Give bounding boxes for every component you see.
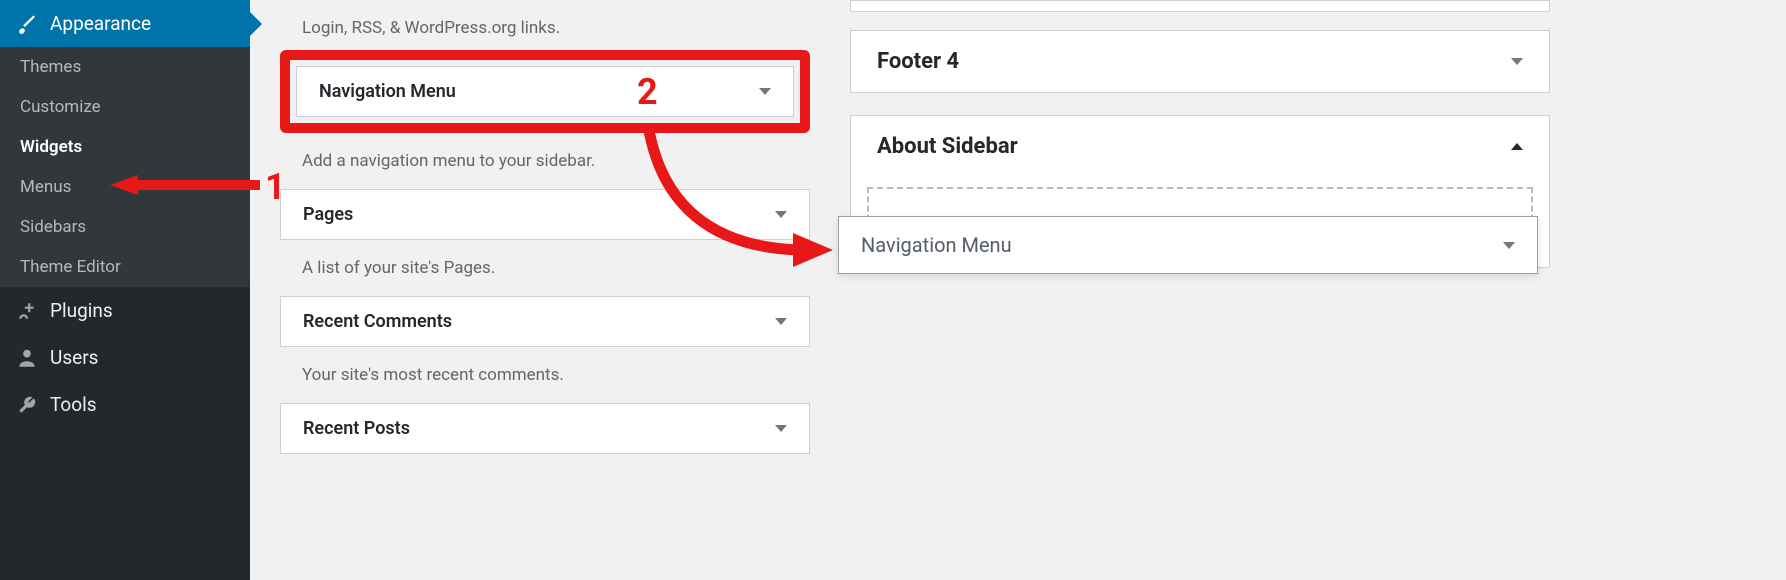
widget-recent-comments[interactable]: Recent Comments (280, 296, 810, 347)
content-area: Login, RSS, & WordPress.org links. Navig… (250, 0, 1786, 580)
chevron-down-icon (759, 88, 771, 95)
chevron-down-icon (775, 425, 787, 432)
annotation-number-1: 1 (265, 166, 286, 208)
chevron-down-icon (1503, 242, 1515, 249)
sidebar-item-label: Users (50, 346, 98, 369)
users-icon (16, 347, 38, 369)
widget-recent-posts[interactable]: Recent Posts (280, 403, 810, 454)
submenu-theme-editor[interactable]: Theme Editor (0, 247, 250, 287)
area-header[interactable]: About Sidebar (851, 116, 1549, 177)
brush-icon (16, 13, 38, 35)
widget-description: Login, RSS, & WordPress.org links. (280, 0, 810, 46)
submenu-sidebars[interactable]: Sidebars (0, 207, 250, 247)
submenu-customize[interactable]: Customize (0, 87, 250, 127)
sidebar-item-appearance[interactable]: Appearance (0, 0, 250, 47)
widget-title: Recent Posts (303, 418, 410, 439)
submenu-widgets[interactable]: Widgets (0, 127, 250, 167)
sidebar-item-tools[interactable]: Tools (0, 381, 250, 428)
chevron-up-icon (1511, 143, 1523, 150)
dragged-widget-navigation-menu[interactable]: Navigation Menu (838, 216, 1538, 274)
sidebar-item-users[interactable]: Users (0, 334, 250, 381)
sidebar-item-plugins[interactable]: Plugins (0, 287, 250, 334)
chevron-down-icon (775, 318, 787, 325)
annotation-arrow-1 (110, 175, 260, 195)
wrench-icon (16, 394, 38, 416)
widget-area-footer-4[interactable]: Footer 4 (850, 30, 1550, 93)
sidebar-item-label: Plugins (50, 299, 113, 322)
appearance-submenu: Themes Customize Widgets Menus Sidebars … (0, 47, 250, 287)
widget-description: Your site's most recent comments. (280, 347, 810, 393)
chevron-down-icon (1511, 58, 1523, 65)
widget-navigation-menu[interactable]: Navigation Menu 2 (296, 66, 794, 117)
annotation-arrow-curve (638, 115, 838, 275)
area-title: Footer 4 (877, 49, 959, 74)
widget-title: Pages (303, 204, 353, 225)
plug-icon (16, 300, 38, 322)
submenu-themes[interactable]: Themes (0, 47, 250, 87)
widget-title: Navigation Menu (319, 81, 456, 102)
area-title: About Sidebar (877, 134, 1018, 159)
sidebar-item-label: Tools (50, 393, 97, 416)
widget-area-top[interactable] (850, 0, 1550, 12)
widget-title: Recent Comments (303, 311, 452, 332)
widget-title: Navigation Menu (861, 233, 1012, 257)
admin-sidebar: Appearance Themes Customize Widgets Menu… (0, 0, 250, 580)
annotation-number-2: 2 (637, 71, 658, 113)
sidebar-item-label: Appearance (50, 12, 151, 35)
